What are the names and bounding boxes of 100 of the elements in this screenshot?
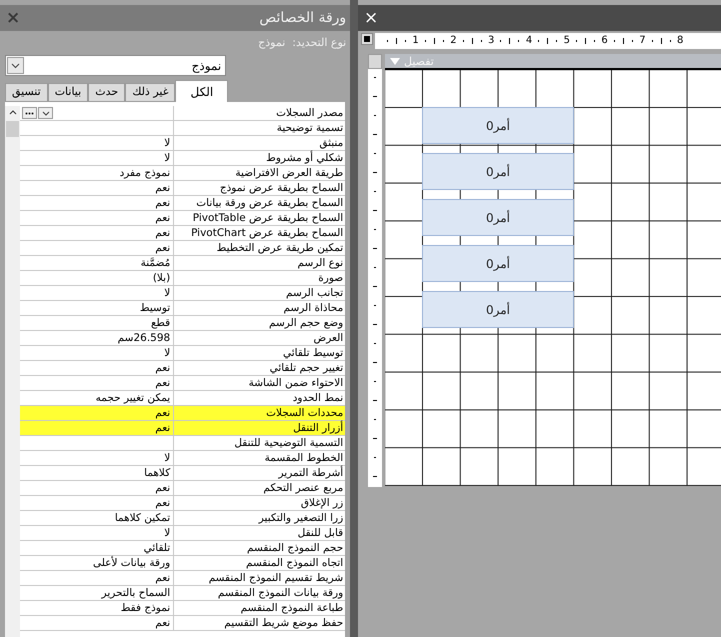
property-value[interactable]: نعم (155, 362, 170, 374)
property-row[interactable]: الاحتواء ضمن الشاشة نعم (20, 376, 346, 391)
property-row[interactable]: ورقة بيانات النموذج المنقسم السماح بالتحرير (20, 586, 346, 601)
command-button[interactable]: أمر0 (422, 291, 574, 328)
property-value[interactable]: لا (164, 348, 170, 358)
property-label: منبثق (319, 138, 344, 148)
property-value[interactable]: نموذج فقط (120, 602, 170, 614)
property-row[interactable]: طريقة العرض الافتراضية نموذج مفرد (20, 166, 346, 181)
property-row[interactable]: زر الإغلاق نعم (20, 496, 346, 511)
property-label: نمط الحدود (292, 392, 344, 404)
property-row[interactable]: محاذاة الرسم توسيط (20, 301, 346, 316)
command-button[interactable]: أمر0 (422, 199, 574, 236)
property-value[interactable]: توسيط (140, 302, 170, 314)
property-value[interactable]: لا (164, 528, 170, 538)
property-value[interactable]: لا (164, 138, 170, 148)
command-button[interactable]: أمر0 (422, 245, 574, 282)
property-row[interactable]: تغيير حجم تلقائي نعم (20, 361, 346, 376)
property-value[interactable]: قطع (150, 318, 170, 328)
property-row[interactable]: اتجاه النموذج المنقسم ورقة بيانات لأعلى (20, 556, 346, 571)
property-value[interactable]: نعم (155, 408, 170, 418)
tab[interactable]: الكل (175, 80, 228, 102)
property-label: السماح بطريقة عرض PivotChart (191, 228, 344, 238)
property-label: زرا التصغير والتكبير (258, 512, 344, 524)
property-row[interactable]: العرض 26.598سم (20, 331, 346, 346)
property-label: تغيير حجم تلقائي (270, 362, 344, 374)
property-value[interactable]: كلاهما (144, 468, 170, 478)
tab[interactable]: بيانات (48, 83, 88, 102)
property-row[interactable]: نمط الحدود يمكن تغيير حجمه (20, 391, 346, 406)
property-value[interactable]: لا (164, 452, 170, 464)
property-row[interactable]: السماح بطريقة عرض ورقة بيانات نعم (20, 196, 346, 211)
property-value[interactable]: نعم (155, 618, 170, 628)
property-row[interactable]: مصدر السجلات (20, 106, 346, 121)
property-row[interactable]: أزرار التنقل نعم (20, 421, 346, 436)
tab[interactable]: تنسيق (5, 83, 48, 102)
property-value[interactable]: لا (164, 152, 170, 164)
property-row[interactable]: طباعة النموذج المنقسم نموذج فقط (20, 601, 346, 616)
property-row[interactable]: حفظ موضع شريط التقسيم نعم (20, 616, 346, 631)
property-value[interactable]: تلقائي (144, 542, 170, 554)
property-value[interactable]: نعم (155, 242, 170, 254)
form-selector[interactable] (361, 33, 373, 45)
property-row[interactable]: زرا التصغير والتكبير تمكين كلاهما (20, 511, 346, 526)
property-row[interactable]: الخطوط المقسمة لا (20, 451, 346, 466)
property-value[interactable]: السماح بالتحرير (102, 588, 170, 598)
property-row[interactable]: محددات السجلات نعم (20, 406, 346, 421)
property-row[interactable]: قابل للنقل لا (20, 526, 346, 541)
property-label: حجم النموذج المنقسم (247, 542, 344, 554)
ellipsis-icon[interactable] (22, 107, 37, 119)
scroll-thumb[interactable] (6, 121, 19, 137)
ruler-number: 4 (526, 36, 532, 46)
property-value[interactable]: نعم (155, 482, 170, 494)
property-row[interactable]: نوع الرسم مُضمَّنة (20, 256, 346, 271)
property-row[interactable]: تسمية توضيحية (20, 121, 346, 136)
property-value[interactable]: نعم (155, 422, 170, 434)
property-row[interactable]: شكلي أو مشروط لا (20, 151, 346, 166)
property-value[interactable]: نعم (155, 378, 170, 388)
property-value[interactable]: يمكن تغيير حجمه (96, 392, 170, 404)
property-row[interactable]: السماح بطريقة عرض PivotChart نعم (20, 226, 346, 241)
property-row[interactable]: تمكين طريقة عرض التخطيط نعم (20, 241, 346, 256)
property-value[interactable]: مُضمَّنة (140, 258, 170, 268)
property-value[interactable]: نعم (155, 212, 170, 224)
property-row[interactable]: السماح بطريقة عرض نموذج نعم (20, 181, 346, 196)
property-row[interactable]: أشرطة التمرير كلاهما (20, 466, 346, 481)
property-value[interactable]: ورقة بيانات لأعلى (92, 558, 170, 568)
property-label: السماح بطريقة عرض PivotTable (192, 212, 344, 224)
property-value[interactable]: نعم (155, 198, 170, 208)
property-label: اتجاه النموذج المنقسم (246, 558, 344, 568)
dropdown-caret-icon[interactable] (38, 107, 53, 119)
property-row[interactable]: صورة (بلا) (20, 271, 346, 286)
property-value[interactable]: نموذج مفرد (120, 168, 170, 178)
property-value[interactable]: تمكين كلاهما (114, 512, 170, 524)
command-button[interactable]: أمر0 (422, 107, 574, 144)
property-row[interactable]: شريط تقسيم النموذج المنقسم نعم (20, 571, 346, 586)
property-label: ورقة بيانات النموذج المنقسم (218, 588, 344, 598)
property-value[interactable]: نعم (155, 572, 170, 584)
property-label: الاحتواء ضمن الشاشة (248, 378, 344, 388)
property-row[interactable]: توسيط تلقائي لا (20, 346, 346, 361)
tab[interactable]: حدث (88, 83, 126, 102)
ruler-number: 7 (639, 36, 646, 46)
property-label: شريط تقسيم النموذج المنقسم (208, 572, 344, 584)
property-row[interactable]: منبثق لا (20, 136, 346, 151)
property-value[interactable]: (بلا) (152, 272, 170, 284)
dropdown-value: نموذج (190, 58, 222, 74)
command-button[interactable]: أمر0 (422, 153, 574, 190)
close-button[interactable]: × (364, 10, 378, 26)
property-row[interactable]: تجانب الرسم لا (20, 286, 346, 301)
tab[interactable]: غير ذلك (125, 83, 176, 102)
property-value[interactable]: نعم (155, 498, 170, 508)
property-row[interactable]: التسمية التوضيحية للتنقل (20, 436, 346, 451)
property-label: أشرطة التمرير (278, 468, 344, 478)
property-value[interactable]: نعم (155, 182, 170, 194)
property-row[interactable]: مربع عنصر التحكم نعم (20, 481, 346, 496)
property-value[interactable]: نعم (155, 228, 170, 238)
property-value[interactable]: 26.598سم (118, 332, 170, 344)
arrow-down-icon (389, 56, 401, 66)
property-row[interactable]: وضع حجم الرسم قطع (20, 316, 346, 331)
property-row[interactable]: حجم النموذج المنقسم تلقائي (20, 541, 346, 556)
property-row[interactable]: السماح بطريقة عرض PivotTable نعم (20, 211, 346, 226)
scrollbar[interactable] (5, 106, 20, 637)
property-value[interactable]: لا (164, 288, 170, 298)
object-dropdown[interactable]: نموذج (5, 55, 226, 76)
